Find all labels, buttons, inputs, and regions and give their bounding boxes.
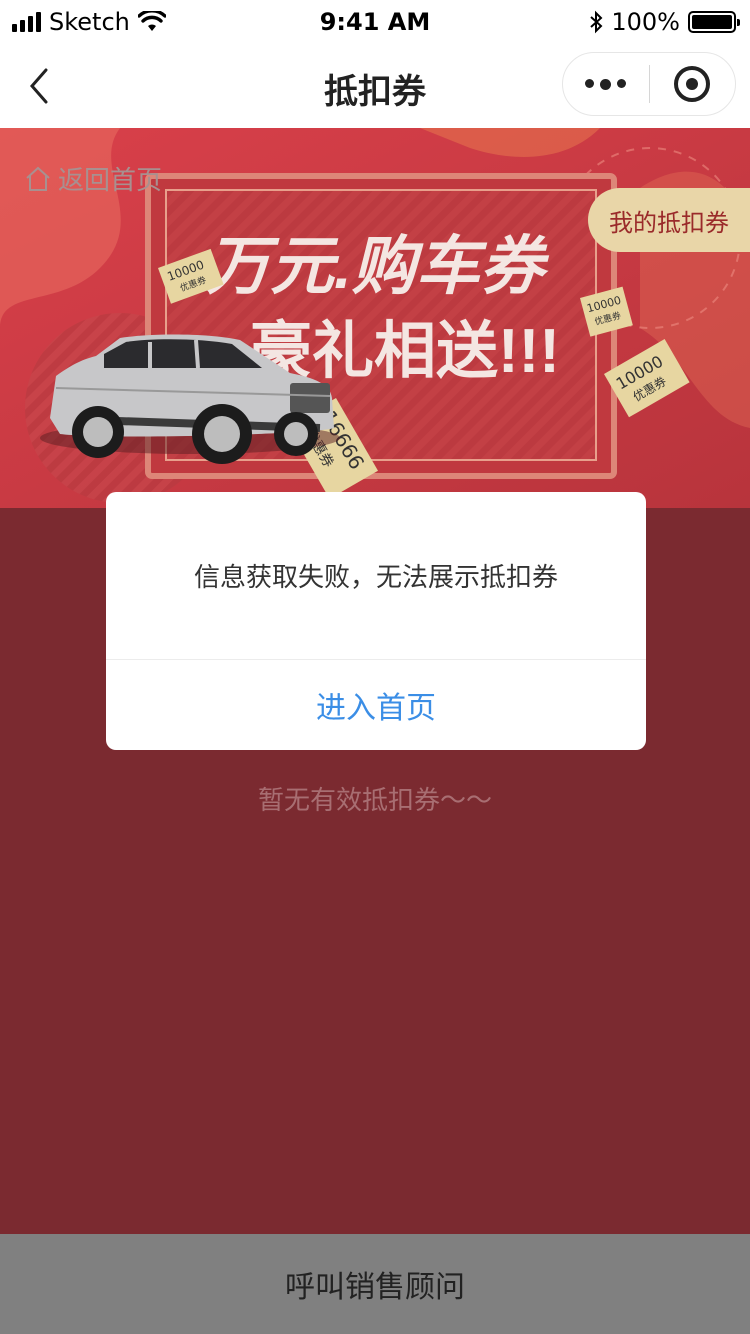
more-dots-icon	[585, 78, 627, 90]
close-button[interactable]	[650, 53, 736, 115]
go-home-button[interactable]: 进入首页	[106, 660, 646, 750]
close-target-icon	[674, 66, 711, 102]
banner-headline-1: 万元.购车券	[206, 230, 550, 302]
nav-bar: 抵扣券	[0, 46, 750, 128]
empty-state-text: 暂无有效抵扣券～～	[257, 786, 492, 816]
call-sales-button[interactable]: 呼叫销售顾问	[0, 1234, 750, 1334]
back-home-label: 返回首页	[58, 166, 163, 196]
miniprogram-capsule	[562, 52, 736, 116]
my-coupons-button[interactable]: 我的抵扣券	[588, 188, 750, 252]
battery-percent: 100%	[611, 8, 680, 36]
battery-icon	[688, 11, 740, 33]
home-icon	[26, 166, 50, 191]
status-right: 100%	[589, 8, 740, 36]
back-home-link[interactable]: 返回首页	[24, 160, 162, 197]
bluetooth-icon	[590, 10, 603, 34]
call-sales-label: 呼叫销售顾问	[285, 1270, 465, 1305]
promo-banner: 万元.购车券 豪礼相送!!! 10000 优惠券 16666 优惠券 10000…	[0, 128, 750, 508]
dialog-message: 信息获取失败，无法展示抵扣券	[106, 492, 646, 660]
my-coupons-label: 我的抵扣券	[609, 208, 729, 237]
more-button[interactable]	[563, 53, 649, 115]
status-bar: Sketch 9:41 AM 100%	[0, 0, 750, 46]
error-dialog: 信息获取失败，无法展示抵扣券 进入首页	[106, 492, 646, 750]
